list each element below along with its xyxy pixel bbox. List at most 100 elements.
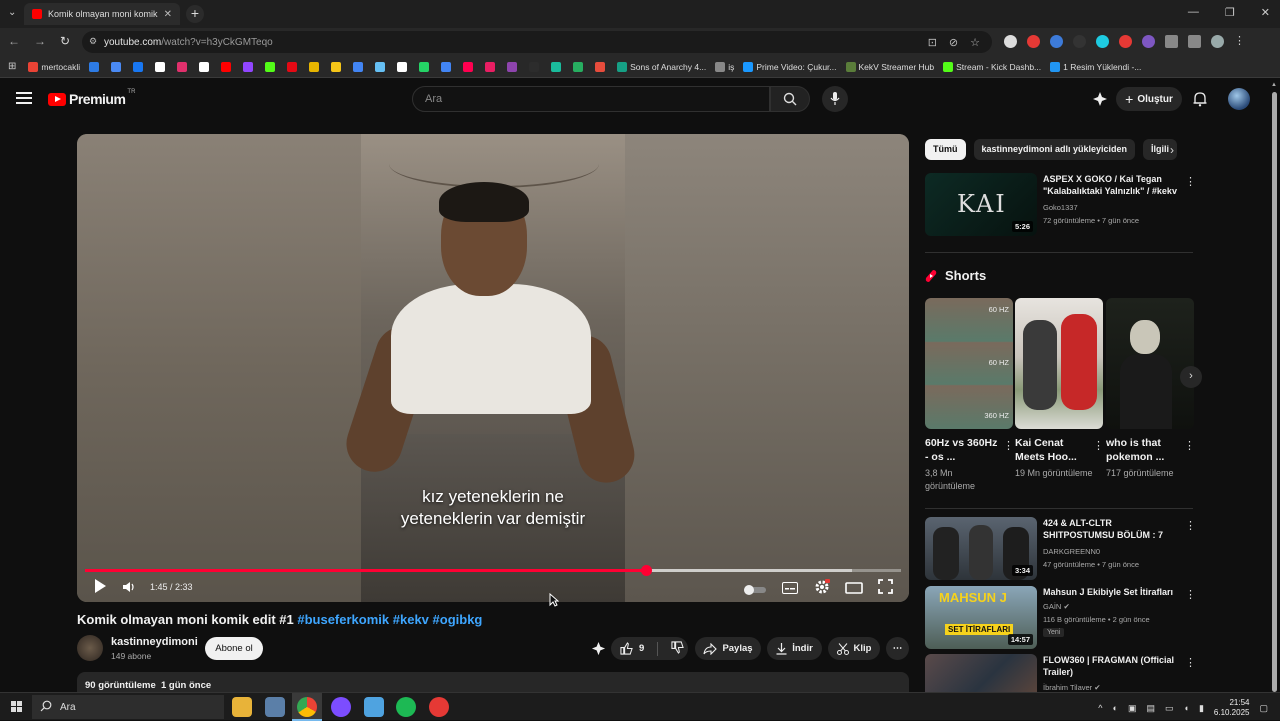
more-options-icon[interactable]: ⋮ [1093, 439, 1104, 452]
new-tab-button[interactable]: + [186, 5, 204, 23]
bookmark-item[interactable] [397, 61, 410, 72]
recommended-video[interactable]: 3:34 424 & ALT-CLTR SHITPOSTUMSU BÖLÜM :… [925, 517, 1196, 582]
bookmark-item[interactable]: 1 Resim Yüklendi -... [1050, 61, 1141, 72]
channel-name[interactable]: kastinneydimoni [111, 636, 198, 648]
short-card[interactable]: who is that pokemon ... 717 görüntüleme … [1106, 298, 1195, 478]
tray-chevron-icon[interactable]: ^ [1098, 703, 1102, 713]
fullscreen-icon[interactable] [878, 579, 893, 599]
bookmark-item[interactable] [287, 61, 300, 72]
media-control-icon[interactable] [1188, 35, 1201, 48]
bookmark-item[interactable] [89, 61, 102, 72]
tab-search-dropdown-icon[interactable]: ⌄ [8, 7, 16, 18]
bookmark-item[interactable] [485, 61, 498, 72]
bookmark-item[interactable] [375, 61, 388, 72]
search-input[interactable]: Ara [412, 86, 770, 112]
scroll-up-arrow-icon[interactable]: ▲ [1271, 82, 1277, 88]
tracking-hidden-icon[interactable]: ⊘ [949, 36, 958, 49]
bookmark-item[interactable] [199, 61, 212, 72]
bookmark-item[interactable] [507, 61, 520, 72]
bookmark-item[interactable] [111, 61, 124, 72]
volume-tray-icon[interactable]: ◖ [1184, 703, 1189, 713]
bookmark-item[interactable] [265, 61, 278, 72]
extension-icon[interactable] [1142, 35, 1155, 48]
headset-icon[interactable]: ◐ [1113, 703, 1118, 713]
close-window-icon[interactable]: ✕ [1261, 6, 1270, 19]
more-options-icon[interactable]: ⋮ [1185, 519, 1196, 532]
bookmark-item[interactable] [419, 61, 432, 72]
recommended-video[interactable]: FLOW360 | FRAGMAN (Official Trailer) İbr… [925, 654, 1193, 692]
apps-grid-icon[interactable]: ⊞ [8, 61, 16, 72]
profile-icon[interactable] [1211, 35, 1224, 48]
bookmark-item[interactable] [155, 61, 168, 72]
more-options-icon[interactable]: ⋮ [1185, 175, 1196, 188]
app-icon[interactable] [364, 697, 384, 717]
tray-app-icon[interactable]: ▣ [1128, 703, 1137, 714]
short-card[interactable]: 60 HZ 60 HZ 360 HZ 60Hz vs 360Hz - os ..… [925, 298, 1014, 491]
extension-icon[interactable] [1004, 35, 1017, 48]
channel-avatar[interactable] [77, 635, 103, 661]
bookmark-item[interactable] [595, 61, 608, 72]
extensions-puzzle-icon[interactable] [1165, 35, 1178, 48]
recommended-video[interactable]: KAI 5:26 ASPEX X GOKO / Kai Tegan "Kalab… [925, 173, 1196, 238]
address-bar[interactable]: ⚙ youtube.com/watch?v=h3yCkGMTeqo ⊡ ⊘ ☆ [82, 31, 992, 53]
more-options-icon[interactable]: ⋮ [1184, 439, 1195, 452]
restore-icon[interactable]: ❐ [1225, 6, 1235, 19]
more-options-icon[interactable]: ⋮ [1185, 588, 1196, 601]
bookmark-item[interactable]: mertocakli [28, 61, 80, 72]
network-icon[interactable]: ▭ [1165, 703, 1174, 714]
bookmark-item[interactable]: KekV Streamer Hub [845, 61, 934, 72]
extension-icon[interactable] [1096, 35, 1109, 48]
download-button[interactable]: İndir [767, 637, 822, 660]
bookmark-item[interactable] [177, 61, 190, 72]
bookmark-item[interactable]: Stream - Kick Dashb... [943, 61, 1041, 72]
settings-gear-icon[interactable] [814, 579, 830, 600]
extension-icon[interactable] [1073, 35, 1086, 48]
bookmark-item[interactable] [463, 61, 476, 72]
voice-search-button[interactable] [822, 86, 848, 112]
bookmark-item[interactable] [133, 61, 146, 72]
autoplay-toggle[interactable] [744, 582, 766, 600]
volume-icon[interactable] [122, 580, 136, 598]
notifications-icon[interactable]: ▢ [1259, 703, 1268, 714]
bookmark-item[interactable] [221, 61, 234, 72]
theater-mode-icon[interactable] [845, 581, 863, 599]
install-app-icon[interactable]: ⊡ [928, 36, 937, 49]
tray-app-icon[interactable]: ▤ [1146, 703, 1155, 714]
recommended-video[interactable]: MAHSUN J SET İTİRAFLARI 14:57 Mahsun J E… [925, 586, 1196, 651]
bookmark-item[interactable] [573, 61, 586, 72]
short-card[interactable]: Kai Cenat Meets Hoo... 19 Mn görüntüleme… [1015, 298, 1104, 478]
play-icon[interactable] [93, 578, 107, 599]
account-avatar[interactable] [1228, 88, 1250, 110]
windows-start-icon[interactable] [11, 701, 22, 712]
premium-badge-icon[interactable] [591, 637, 606, 660]
minimize-icon[interactable]: — [1188, 6, 1199, 19]
notifications-bell-icon[interactable] [1193, 91, 1207, 112]
more-options-icon[interactable]: ⋮ [1003, 439, 1014, 452]
extension-icon[interactable] [1119, 35, 1132, 48]
bookmark-item[interactable]: Prime Video: Çukur... [743, 61, 837, 72]
premium-sparkle-icon[interactable] [1092, 91, 1108, 112]
page-scrollbar[interactable] [1270, 80, 1278, 692]
create-button[interactable]: + Oluştur [1116, 87, 1182, 111]
progress-bar[interactable] [85, 565, 901, 576]
chip-from-uploader[interactable]: kastinneydimoni adlı yükleyiciden [973, 139, 1136, 160]
youtube-premium-logo[interactable]: Premium TR [48, 89, 135, 107]
shorts-next-icon[interactable]: › [1180, 366, 1202, 388]
chip-all[interactable]: Tümü [925, 139, 966, 160]
search-button[interactable] [770, 86, 810, 112]
clip-button[interactable]: Klip [828, 637, 880, 660]
adblock-icon[interactable] [1027, 35, 1040, 48]
calculator-icon[interactable] [265, 697, 285, 717]
back-icon[interactable]: ← [8, 34, 20, 48]
menu-hamburger-icon[interactable] [16, 92, 32, 107]
share-button[interactable]: Paylaş [695, 637, 761, 660]
bookmark-item[interactable] [441, 61, 454, 72]
app-icon[interactable] [429, 697, 449, 717]
bookmark-item[interactable] [551, 61, 564, 72]
reload-icon[interactable]: ↻ [60, 34, 70, 48]
dislike-button[interactable] [671, 640, 685, 657]
bookmark-item[interactable] [331, 61, 344, 72]
bookmark-item[interactable] [529, 61, 542, 72]
bookmark-item[interactable]: iş [715, 61, 734, 72]
site-info-icon[interactable]: ⚙ [89, 36, 97, 47]
